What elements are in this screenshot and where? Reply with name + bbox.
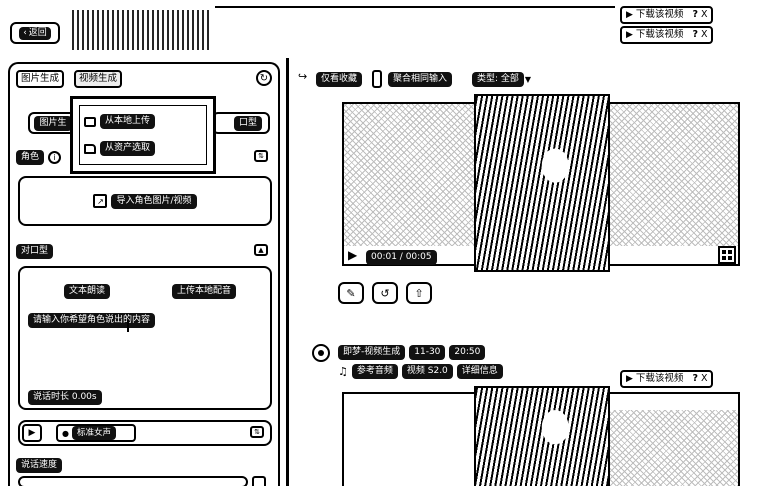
upload-icon: ⇧ — [414, 286, 424, 300]
task-title: 即梦-视频生成 — [338, 345, 406, 360]
close-icon[interactable]: X — [701, 8, 708, 22]
help-icon[interactable]: ? — [692, 28, 698, 42]
tab-image-generate[interactable]: 图片生成 — [16, 70, 65, 88]
role-upload-area[interactable]: ↗ 导入角色图片/视频 — [18, 176, 272, 226]
tab-text-reading[interactable]: 文本朗读 — [64, 284, 111, 299]
text-cursor — [127, 320, 129, 332]
dropdown-item-assets[interactable]: 从资产选取 — [84, 141, 202, 156]
play-icon: ▶ — [626, 374, 633, 384]
speech-text-input[interactable]: 请输入你希望角色说出的内容 — [28, 313, 156, 328]
folder-icon — [84, 143, 96, 154]
info-icon[interactable]: i — [48, 151, 62, 164]
refresh-icon[interactable]: ↻ — [256, 70, 272, 86]
task-header: 即梦-视频生成 11-30 20:50 — [338, 345, 486, 360]
filter-favorites[interactable]: 仅看收藏 — [316, 72, 363, 87]
download-video-button[interactable]: ▶ 下载该视频 ? X — [620, 370, 714, 388]
filter-bar — [296, 68, 776, 90]
filter-arrow-icon[interactable]: ↪ — [298, 70, 307, 83]
video-left-dim — [344, 104, 474, 246]
close-icon[interactable]: X — [701, 372, 708, 386]
filter-merge[interactable]: 聚合相同输入 — [388, 72, 453, 87]
voice-play-button[interactable]: ▶ — [22, 424, 42, 442]
video-timestamp: 00:01 / 00:05 — [366, 250, 437, 265]
lipsync-section-title: 对口型 — [16, 244, 54, 259]
video-right-dim — [610, 104, 738, 246]
upload-source-dropdown: 从本地上传 从资产选取 — [70, 96, 216, 174]
chevron-down-icon: ▼ — [524, 75, 532, 84]
back-button[interactable]: ‹ 返回 — [10, 22, 60, 44]
chevron-left-icon: ‹ — [23, 27, 27, 38]
filter-merge-toggle[interactable] — [372, 70, 382, 88]
filter-type-select[interactable]: 类型: 全部 ▼ — [472, 72, 531, 87]
lipsync-collapse-icon[interactable]: ▲ — [254, 244, 268, 256]
video-play-button[interactable]: ▶ — [348, 248, 364, 264]
edit-icon: ✎ — [346, 286, 356, 300]
regenerate-button[interactable]: ↺ — [372, 282, 398, 304]
speed-slider[interactable] — [18, 476, 248, 486]
voice-swap-icon[interactable]: ⇅ — [250, 426, 264, 438]
edit-button[interactable]: ✎ — [338, 282, 364, 304]
task-status-icon — [312, 344, 330, 362]
video-thumbnail-image[interactable] — [474, 94, 610, 272]
play-icon: ▶ — [626, 30, 633, 40]
speed-icon[interactable] — [252, 476, 266, 486]
help-icon[interactable]: ? — [692, 8, 698, 22]
export-button[interactable]: ⇧ — [406, 282, 432, 304]
tab-lipsync-partial[interactable]: 口型 — [212, 112, 270, 134]
download-video-button[interactable]: ▶ 下载该视频 ? X — [620, 6, 714, 24]
detail-link[interactable]: 详细信息 — [456, 364, 503, 379]
role-collapse-icon[interactable]: ⇅ — [254, 150, 268, 162]
speech-duration: 说话时长 0.00s — [28, 390, 102, 405]
play-icon: ▶ — [626, 10, 633, 20]
video-thumbnail-image-2[interactable] — [474, 386, 610, 486]
voice-select[interactable]: ● 标准女声 — [56, 424, 136, 442]
panel-divider[interactable] — [286, 58, 289, 486]
monitor-icon — [84, 116, 96, 127]
page-title-obscured — [72, 10, 212, 50]
role-section-title: 角色 i — [16, 150, 62, 165]
tab-upload-voice[interactable]: 上传本地配音 — [172, 284, 237, 299]
close-icon[interactable]: X — [701, 28, 708, 42]
model-version: 视频 S2.0 — [401, 364, 453, 379]
dropdown-item-local-upload[interactable]: 从本地上传 — [84, 114, 202, 129]
audio-icon: ♫ — [338, 365, 348, 378]
tab-video-generate[interactable]: 视频生成 — [74, 70, 123, 88]
task-meta: ♫ 参考音频 视频 S2.0 详细信息 — [338, 364, 503, 379]
voice-icon: ● — [62, 428, 69, 438]
task-date: 11-30 — [409, 345, 446, 360]
fullscreen-icon[interactable] — [718, 246, 736, 264]
help-icon[interactable]: ? — [692, 372, 698, 386]
download-video-button[interactable]: ▶ 下载该视频 ? X — [620, 26, 714, 44]
regenerate-icon: ↺ — [380, 286, 390, 300]
header-divider — [215, 6, 615, 8]
task-time: 20:50 — [449, 345, 486, 360]
speed-section-title: 说话速度 — [16, 458, 63, 473]
reference-audio[interactable]: 参考音频 — [351, 364, 398, 379]
import-icon: ↗ — [93, 194, 108, 208]
video2-right-dim — [610, 410, 738, 486]
